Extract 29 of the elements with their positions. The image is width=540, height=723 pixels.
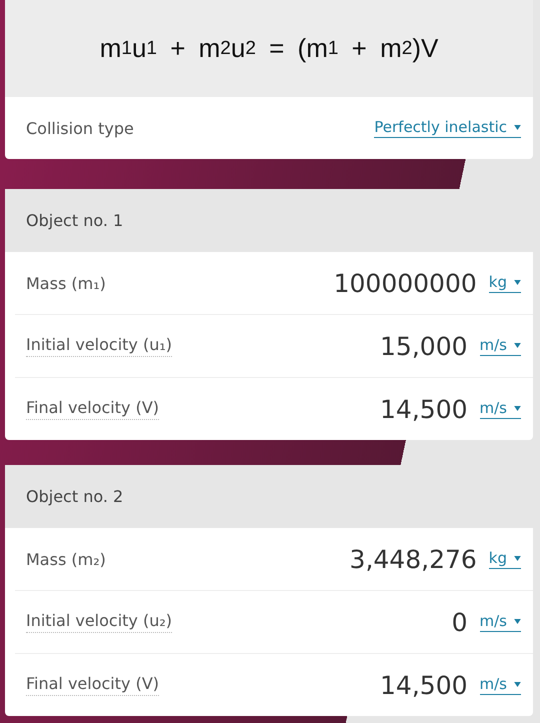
- unit-dropdown[interactable]: m/s: [480, 612, 521, 632]
- unit-dropdown[interactable]: m/s: [480, 336, 521, 356]
- unit-dropdown[interactable]: m/s: [480, 675, 521, 695]
- caret-icon: [514, 342, 521, 348]
- field-label: Mass (m₁): [26, 274, 106, 292]
- input-field[interactable]: 3,448,276: [350, 544, 477, 574]
- input-field[interactable]: 0: [452, 608, 468, 636]
- field-label: Final velocity (V): [26, 674, 160, 696]
- caret-icon: [514, 682, 521, 686]
- collision-type-dropdown[interactable]: Perfectly inelastic: [374, 118, 521, 138]
- field-label: Initial velocity (u₁): [26, 335, 172, 357]
- caret-icon: [514, 618, 521, 624]
- input-field[interactable]: 14,500: [380, 670, 468, 700]
- section-title: Object no. 1: [5, 189, 533, 252]
- field-label: Collision type: [26, 118, 134, 138]
- unit-dropdown[interactable]: kg: [488, 549, 521, 569]
- input-field[interactable]: 15,000: [380, 332, 468, 360]
- caret-icon: [514, 280, 521, 284]
- caret-icon: [514, 406, 521, 410]
- field-label: Mass (m₂): [26, 550, 106, 568]
- input-field[interactable]: 100000000: [334, 268, 477, 298]
- field-label: Initial velocity (u₂): [26, 611, 172, 633]
- section-title: Object no. 2: [5, 465, 533, 528]
- unit-dropdown[interactable]: m/s: [480, 399, 521, 419]
- caret-icon: [514, 556, 521, 560]
- input-field[interactable]: 14,500: [380, 394, 468, 424]
- field-label: Final velocity (V): [26, 398, 160, 420]
- caret-icon: [514, 124, 521, 130]
- unit-dropdown[interactable]: kg: [488, 273, 521, 293]
